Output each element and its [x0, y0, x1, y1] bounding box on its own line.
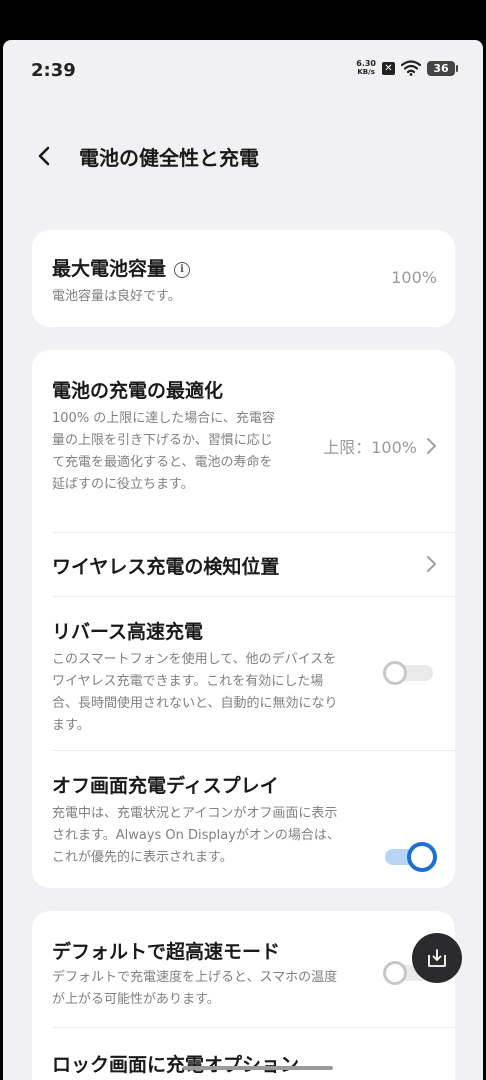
max-capacity-card: 最大電池容量 i 電池容量は良好です。 100% — [32, 230, 455, 327]
charge-optimization-row[interactable]: 電池の充電の最適化 100% の上限に達した場合に、充電容量の上限を引き下げるか… — [32, 350, 455, 532]
wireless-position-chevron-wrap — [425, 555, 437, 573]
charge-optimization-value-text: 上限：100% — [323, 438, 417, 457]
reverse-charging-row[interactable]: リバース高速充電 このスマートフォンを使用して、他のデバイスをワイヤレス充電でき… — [32, 597, 455, 750]
charge-optimization-desc: 100% の上限に達した場合に、充電容量の上限を引き下げるか、習慣に応じて充電を… — [52, 411, 275, 492]
offscreen-display-toggle[interactable] — [383, 842, 437, 872]
battery-level: 36 — [433, 61, 449, 75]
offscreen-display-desc: 充電中は、充電状況とアイコンがオフ画面に表示されます。Always On Dis… — [52, 806, 340, 865]
download-tray-icon — [428, 949, 446, 967]
toggle-knob — [383, 961, 407, 985]
charge-optimization-value: 上限：100% — [323, 434, 437, 458]
offscreen-display-row[interactable]: オフ画面充電ディスプレイ 充電中は、充電状況とアイコンがオフ画面に表示されます。… — [32, 751, 455, 888]
max-capacity-desc: 電池容量は良好です。 — [52, 289, 181, 304]
sim-off-icon: ✕ — [382, 61, 395, 75]
charge-optimization-title: 電池の充電の最適化 — [52, 380, 224, 402]
settings-screen: 2:39 6.30 KB/s ✕ 36 電池の健全性と充電 最大電池容量 i 電… — [3, 40, 483, 1080]
toggle-knob — [383, 661, 407, 685]
page-title: 電池の健全性と充電 — [79, 145, 259, 170]
max-capacity-value: 100% — [391, 268, 437, 287]
super-fast-default-desc: デフォルトで充電速度を上げると、スマホの温度が上がる可能性があります。 — [52, 970, 338, 1007]
status-time: 2:39 — [31, 60, 76, 81]
battery-icon: 36 — [427, 60, 458, 76]
reverse-charging-desc: このスマートフォンを使用して、他のデバイスをワイヤレス充電できます。これを有効に… — [52, 652, 338, 733]
charging-settings-card: 電池の充電の最適化 100% の上限に達した場合に、充電容量の上限を引き下げるか… — [32, 350, 455, 888]
network-speed: 6.30 KB/s — [356, 59, 376, 77]
info-icon[interactable]: i — [174, 262, 191, 278]
chevron-right-icon — [427, 438, 436, 454]
charging-mode-card: デフォルトで超高速モード デフォルトで充電速度を上げると、スマホの温度が上がる可… — [32, 911, 455, 1080]
floating-action-button[interactable] — [412, 933, 462, 983]
max-capacity-title: 最大電池容量 — [52, 258, 167, 280]
lock-screen-options-title: ロック画面に充電オプション — [52, 1054, 300, 1076]
wireless-position-row[interactable]: ワイヤレス充電の検知位置 — [32, 533, 455, 596]
home-indicator[interactable] — [183, 1066, 333, 1070]
max-capacity-title-wrap: 最大電池容量 i — [52, 254, 191, 281]
max-capacity-value-text: 100% — [391, 268, 437, 287]
max-capacity-row[interactable]: 最大電池容量 i 電池容量は良好です。 100% — [32, 230, 455, 327]
toggle-knob — [407, 842, 437, 872]
super-fast-default-title: デフォルトで超高速モード — [52, 941, 281, 963]
network-speed-value: 6.30 — [356, 59, 376, 68]
lock-screen-options-row[interactable]: ロック画面に充電オプション — [32, 1028, 455, 1080]
status-bar: 2:39 6.30 KB/s ✕ 36 — [3, 40, 483, 100]
wifi-icon — [401, 60, 421, 76]
page-header: 電池の健全性と充電 — [3, 136, 483, 176]
network-speed-unit: KB/s — [357, 68, 375, 76]
reverse-charging-title: リバース高速充電 — [52, 621, 204, 643]
reverse-charging-toggle[interactable] — [383, 659, 435, 687]
back-arrow-icon[interactable] — [33, 144, 57, 168]
chevron-right-icon — [427, 556, 436, 572]
super-fast-default-row[interactable]: デフォルトで超高速モード デフォルトで充電速度を上げると、スマホの温度が上がる可… — [32, 911, 455, 1027]
wireless-position-title: ワイヤレス充電の検知位置 — [52, 556, 280, 578]
offscreen-display-title: オフ画面充電ディスプレイ — [52, 775, 279, 797]
status-icons: 6.30 KB/s ✕ 36 — [356, 59, 458, 77]
